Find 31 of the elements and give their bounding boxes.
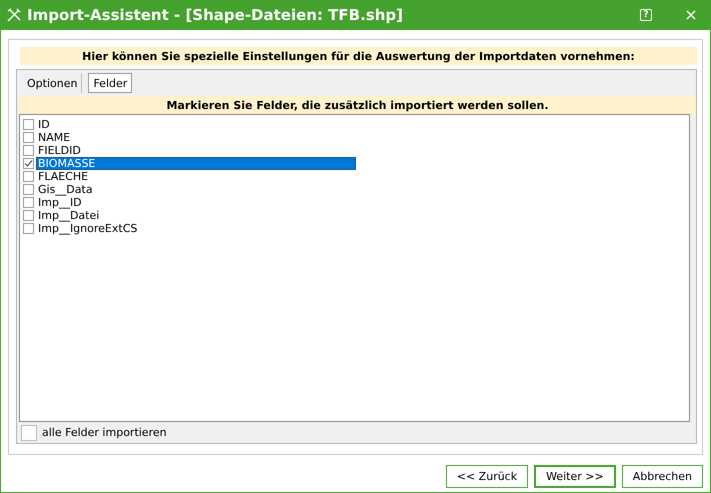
field-item[interactable]: NAME bbox=[36, 131, 72, 144]
dialog-button[interactable]: << Zurück bbox=[446, 465, 528, 488]
close-icon[interactable] bbox=[686, 10, 696, 20]
field-item[interactable]: BIOMASSE bbox=[36, 157, 356, 170]
checkbox[interactable] bbox=[23, 210, 34, 221]
tools-icon bbox=[7, 8, 21, 22]
dialog-button[interactable]: Weiter >> bbox=[534, 465, 616, 488]
checkbox[interactable] bbox=[23, 197, 34, 208]
checkbox[interactable] bbox=[23, 132, 34, 143]
checkbox[interactable] bbox=[23, 184, 34, 195]
checkbox[interactable] bbox=[21, 424, 37, 440]
field-item[interactable]: Gis__Data bbox=[36, 183, 95, 196]
checkbox[interactable] bbox=[23, 158, 34, 169]
tab[interactable]: Optionen bbox=[23, 73, 82, 93]
checkbox[interactable] bbox=[23, 171, 34, 182]
window-title: Import-Assistent - [Shape-Dateien: TFB.shp] bbox=[27, 6, 404, 24]
checkbox-label: alle Felder importieren bbox=[42, 426, 167, 439]
field-item[interactable]: FIELDID bbox=[36, 144, 83, 157]
list-banner: Markieren Sie Felder, die zusätzlich importiert werden sollen. bbox=[19, 96, 696, 114]
checkbox[interactable] bbox=[23, 119, 34, 130]
field-item[interactable]: Imp__IgnoreExtCS bbox=[36, 222, 140, 235]
field-item[interactable]: Imp__Datei bbox=[36, 209, 102, 222]
field-item[interactable]: ID bbox=[36, 118, 52, 131]
checkmark-icon bbox=[24, 159, 33, 168]
field-item[interactable]: Imp__ID bbox=[36, 196, 84, 209]
checkbox[interactable] bbox=[23, 145, 34, 156]
dialog-button[interactable]: Abbrechen bbox=[622, 465, 703, 488]
tab[interactable]: Felder bbox=[88, 73, 132, 93]
checkbox[interactable] bbox=[23, 223, 34, 234]
field-item[interactable]: FLAECHE bbox=[36, 170, 90, 183]
instruction-banner: Hier können Sie spezielle Einstellungen für die Auswertung der Importdaten vornehmen: bbox=[20, 47, 697, 65]
